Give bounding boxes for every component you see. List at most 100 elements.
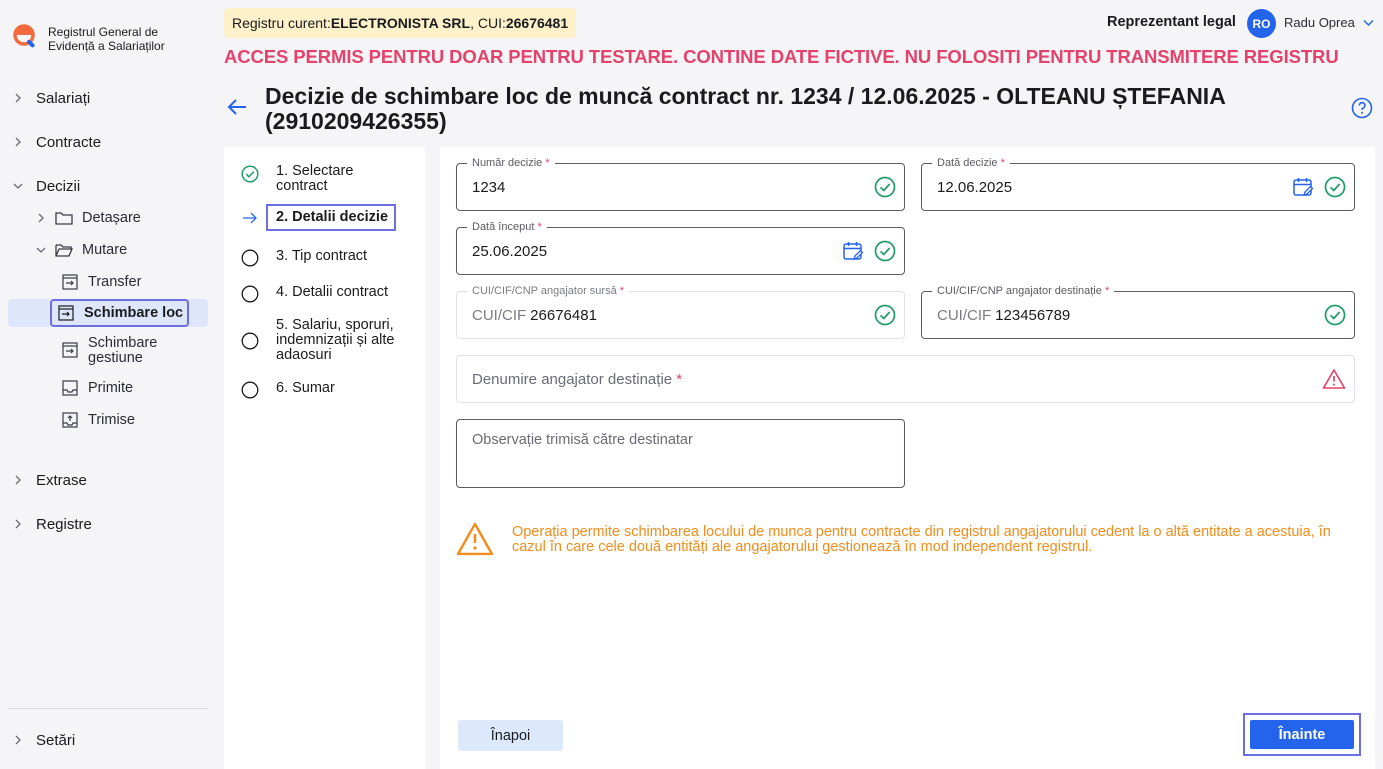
- folder-icon: [54, 208, 74, 228]
- data-inceput-value: 25.06.2025: [472, 243, 548, 260]
- nav-label: Decizii: [36, 177, 81, 195]
- user-menu[interactable]: Radu Oprea: [1284, 15, 1374, 30]
- step-1[interactable]: 1. Selectare contract: [240, 164, 420, 194]
- back-arrow-icon[interactable]: [226, 96, 248, 118]
- circle-icon: [240, 248, 260, 268]
- chevron-right-icon: [8, 93, 28, 103]
- nav-label: Schimbare gestiune: [88, 335, 158, 366]
- nav-label: Detașare: [82, 210, 141, 226]
- nav-extrase[interactable]: Extrase: [8, 466, 208, 494]
- check-circle-icon: [1324, 304, 1346, 326]
- info-notice: Operația permite schimbarea locului de m…: [456, 522, 1356, 556]
- avatar[interactable]: RO: [1247, 9, 1276, 38]
- nav-label: Primite: [88, 380, 134, 396]
- nav-label: Schimbare loc: [84, 305, 184, 321]
- nav-registre[interactable]: Registre: [8, 510, 208, 538]
- transfer-icon: [56, 303, 76, 323]
- data-decizie-value: 12.06.2025: [937, 179, 1013, 196]
- page-title: Decizie de schimbare loc de muncă contra…: [265, 83, 1225, 134]
- nav-label: Salariați: [36, 89, 91, 107]
- denumire-destinatie-input[interactable]: Denumire angajator destinație *: [456, 355, 1355, 403]
- nav-label: Contracte: [36, 133, 102, 151]
- nav-detasare[interactable]: Detașare: [34, 205, 234, 231]
- logo-text: Registrul General de Evidență a Salariaț…: [48, 25, 165, 53]
- nav-salariati[interactable]: Salariați: [8, 84, 208, 112]
- nav-mutare[interactable]: Mutare: [34, 237, 234, 263]
- observatie-textarea[interactable]: Observație trimisă către destinatar: [456, 419, 905, 488]
- warning-triangle-icon: [456, 522, 494, 556]
- circle-icon: [240, 284, 260, 304]
- step-3[interactable]: 3. Tip contract: [240, 248, 420, 268]
- field-label: Număr decizie *: [467, 157, 555, 169]
- chevron-down-icon: [1363, 19, 1374, 26]
- data-decizie-field[interactable]: Dată decizie * 12.06.2025: [921, 157, 1355, 211]
- step-6[interactable]: 6. Sumar: [240, 380, 420, 400]
- field-label: Dată început *: [467, 221, 547, 233]
- registry-prefix: Registru curent:: [232, 15, 331, 31]
- placeholder: Denumire angajator destinație *: [472, 371, 683, 388]
- circle-icon: [240, 380, 260, 400]
- cui-destinatie-value: CUI/CIF 123456789: [937, 307, 1071, 324]
- chevron-right-icon: [8, 735, 28, 745]
- nav-label: Setări: [36, 731, 76, 749]
- chevron-right-icon: [34, 208, 48, 228]
- step-label: 5. Salariu, sporuri, indemnizații și alt…: [276, 317, 395, 363]
- check-circle-icon: [1324, 176, 1346, 198]
- check-circle-icon: [240, 164, 260, 184]
- calendar-edit-icon[interactable]: [842, 240, 864, 262]
- sidebar: Registrul General de Evidență a Salariaț…: [0, 0, 216, 769]
- step-label: 3. Tip contract: [276, 248, 368, 264]
- nav-label: Trimise: [88, 412, 135, 428]
- nav-label: Transfer: [88, 274, 142, 290]
- test-warning-banner: ACCES PERMIS PENTRU DOAR PENTRU TESTARE.…: [224, 46, 1339, 67]
- nav-contracte[interactable]: Contracte: [8, 128, 208, 156]
- transfer-icon: [60, 272, 80, 292]
- placeholder: Observație trimisă către destinatar: [472, 432, 693, 448]
- nav-schimbare-loc[interactable]: Schimbare loc: [8, 299, 208, 327]
- check-circle-icon: [874, 304, 896, 326]
- nav-setari[interactable]: Setări: [8, 726, 208, 754]
- back-button[interactable]: Înapoi: [458, 720, 563, 751]
- cui-destinatie-field[interactable]: CUI/CIF/CNP angajator destinație * CUI/C…: [921, 285, 1355, 339]
- check-circle-icon: [874, 240, 896, 262]
- cui-sursa-value: CUI/CIF 26676481: [472, 307, 597, 324]
- step-4[interactable]: 4. Detalii contract: [240, 284, 420, 304]
- field-label: CUI/CIF/CNP angajator sursă *: [467, 285, 630, 297]
- step-2[interactable]: 2. Detalii decizie: [240, 204, 420, 231]
- cui-value: 26676481: [505, 15, 569, 31]
- field-label: Dată decizie *: [932, 157, 1010, 169]
- cui-sursa-field: CUI/CIF/CNP angajator sursă * CUI/CIF 266…: [456, 285, 905, 339]
- numar-decizie-value: 1234: [472, 179, 506, 196]
- cui-prefix: , CUI:: [470, 15, 506, 31]
- user-name: Radu Oprea: [1284, 15, 1355, 30]
- chevron-right-icon: [8, 475, 28, 485]
- chevron-right-icon: [8, 519, 28, 529]
- numar-decizie-field[interactable]: Număr decizie * 1234: [456, 157, 905, 211]
- registry-name: ELECTRONISTA SRL: [330, 15, 471, 31]
- current-registry-badge: Registru curent: ELECTRONISTA SRL , CUI:…: [224, 8, 577, 38]
- nav-label: Extrase: [36, 471, 87, 489]
- inbox-icon: [60, 378, 80, 398]
- step-label: 1. Selectare contract: [276, 163, 354, 194]
- logo-icon: [13, 24, 35, 48]
- field-label: CUI/CIF/CNP angajator destinație *: [932, 285, 1115, 297]
- step-label: 6. Sumar: [276, 380, 335, 396]
- wizard-stepper: 1. Selectare contract 2. Detalii decizie…: [224, 147, 425, 769]
- warning-triangle-icon: [1322, 369, 1346, 389]
- arrow-right-icon: [240, 208, 260, 228]
- chevron-down-icon: [8, 181, 28, 191]
- transfer-icon: [60, 340, 80, 360]
- chevron-down-icon: [34, 240, 48, 260]
- data-inceput-field[interactable]: Dată început * 25.06.2025: [456, 221, 905, 275]
- help-icon[interactable]: [1351, 97, 1373, 119]
- check-circle-icon: [874, 176, 896, 198]
- next-button[interactable]: Înainte: [1250, 720, 1354, 749]
- nav-label: Mutare: [82, 242, 128, 258]
- step-label: 4. Detalii contract: [276, 284, 389, 300]
- user-role: Reprezentant legal: [1107, 14, 1236, 30]
- nav-decizii[interactable]: Decizii: [8, 172, 208, 200]
- next-button-focus: Înainte: [1243, 713, 1361, 756]
- step-5[interactable]: 5. Salariu, sporuri, indemnizații și alt…: [240, 318, 420, 363]
- app-logo[interactable]: Registrul General de Evidență a Salariaț…: [12, 22, 188, 53]
- calendar-edit-icon[interactable]: [1292, 176, 1314, 198]
